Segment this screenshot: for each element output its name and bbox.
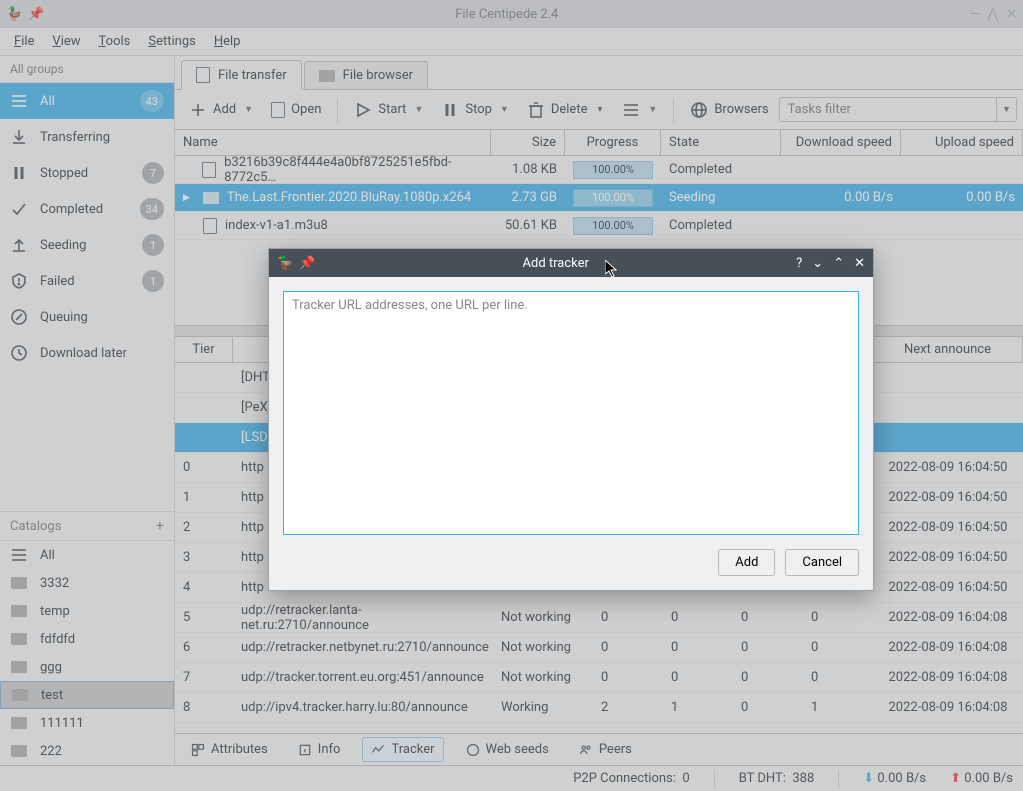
- chevron-down-icon[interactable]: ⌄: [812, 256, 823, 271]
- cancel-button[interactable]: Cancel: [785, 549, 859, 576]
- help-icon[interactable]: ?: [796, 256, 802, 271]
- add-tracker-dialog: 🦆 📌 Add tracker ? ⌄ ⌃ ✕ Add Cancel: [268, 248, 874, 591]
- add-button[interactable]: Add: [718, 549, 775, 576]
- app-icon: 🦆: [277, 256, 293, 271]
- close-icon[interactable]: ✕: [854, 256, 865, 271]
- pin-icon[interactable]: 📌: [299, 256, 315, 271]
- dialog-title: Add tracker: [315, 256, 796, 271]
- tracker-url-input[interactable]: [283, 291, 859, 535]
- chevron-up-icon[interactable]: ⌃: [833, 256, 844, 271]
